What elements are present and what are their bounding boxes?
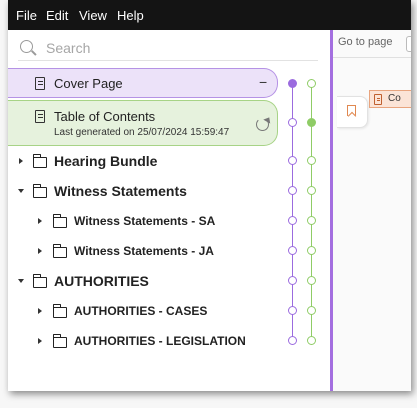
track-node bbox=[288, 156, 297, 165]
page-chip-label: Co bbox=[388, 93, 401, 104]
track-node bbox=[307, 156, 316, 165]
tree-item-label: Cover Page bbox=[54, 76, 123, 91]
tree-item-label: Table of Contents bbox=[54, 109, 156, 124]
caret-down-icon[interactable] bbox=[18, 189, 24, 193]
go-to-page-input[interactable] bbox=[406, 36, 411, 52]
folder-icon bbox=[52, 214, 67, 228]
tree-item-authorities[interactable]: AUTHORITIES bbox=[8, 266, 288, 296]
tree-item-label: AUTHORITIES - LEGISLATION bbox=[74, 334, 246, 348]
tree-item-cover-page[interactable]: Cover Page − bbox=[8, 68, 278, 98]
app-window: File Edit View Help Cover Page − Table o… bbox=[8, 0, 411, 391]
bookmark-tab[interactable] bbox=[337, 96, 368, 128]
tree-item-label: AUTHORITIES - CASES bbox=[74, 304, 208, 318]
folder-icon bbox=[52, 244, 67, 258]
folder-icon bbox=[32, 184, 47, 198]
tree-item-witness-statements-ja[interactable]: Witness Statements - JA bbox=[8, 236, 288, 266]
document-icon bbox=[35, 77, 45, 90]
caret-right-icon[interactable] bbox=[38, 338, 42, 344]
menu-edit[interactable]: Edit bbox=[46, 8, 68, 23]
folder-icon bbox=[52, 304, 67, 318]
document-icon bbox=[35, 110, 45, 123]
track-node bbox=[307, 118, 316, 127]
document-viewer-panel: Go to page Co bbox=[333, 30, 411, 391]
track-node bbox=[307, 186, 316, 195]
track-node bbox=[307, 276, 316, 285]
menu-file[interactable]: File bbox=[16, 8, 37, 23]
menu-help[interactable]: Help bbox=[117, 8, 144, 23]
toc-last-generated: Last generated on 25/07/2024 15:59:47 bbox=[54, 127, 230, 138]
track-node bbox=[307, 336, 316, 345]
menu-view[interactable]: View bbox=[79, 8, 107, 23]
track-node bbox=[288, 186, 297, 195]
search-bar bbox=[18, 38, 318, 61]
refresh-icon[interactable] bbox=[256, 118, 269, 131]
menu-bar: File Edit View Help bbox=[8, 0, 411, 30]
tree-item-label: Witness Statements bbox=[54, 183, 187, 199]
track-node bbox=[307, 216, 316, 225]
track-node bbox=[288, 216, 297, 225]
tree-item-witness-statements-sa[interactable]: Witness Statements - SA bbox=[8, 206, 288, 236]
folder-icon bbox=[32, 154, 47, 168]
viewer-toolbar-divider bbox=[333, 57, 411, 58]
tree-item-label: Witness Statements - JA bbox=[74, 244, 214, 258]
page-chip[interactable]: Co bbox=[369, 90, 411, 108]
document-icon bbox=[374, 94, 382, 105]
folder-icon bbox=[32, 274, 47, 288]
collapse-button[interactable]: − bbox=[259, 74, 267, 90]
bookmark-icon bbox=[347, 105, 356, 116]
track-node bbox=[288, 79, 297, 88]
track-node bbox=[288, 276, 297, 285]
track-node bbox=[307, 79, 316, 88]
bundle-tree-panel: Cover Page − Table of Contents Last gene… bbox=[8, 30, 331, 391]
tree-item-label: Witness Statements - SA bbox=[74, 214, 216, 228]
go-to-page-label: Go to page bbox=[338, 36, 393, 48]
caret-right-icon[interactable] bbox=[19, 158, 23, 164]
tree-item-label: Hearing Bundle bbox=[54, 153, 158, 169]
tree-item-authorities-cases[interactable]: AUTHORITIES - CASES bbox=[8, 296, 288, 326]
caret-right-icon[interactable] bbox=[38, 248, 42, 254]
tree-item-witness-statements[interactable]: Witness Statements bbox=[8, 176, 288, 206]
tree-item-hearing-bundle[interactable]: Hearing Bundle bbox=[8, 146, 288, 176]
track-node bbox=[288, 246, 297, 255]
track-node bbox=[288, 118, 297, 127]
track-node bbox=[307, 306, 316, 315]
caret-down-icon[interactable] bbox=[18, 279, 24, 283]
track-node bbox=[288, 306, 297, 315]
track-node bbox=[307, 246, 316, 255]
caret-right-icon[interactable] bbox=[38, 218, 42, 224]
folder-icon bbox=[52, 334, 67, 348]
tree-item-label: AUTHORITIES bbox=[54, 273, 149, 289]
tree-item-table-of-contents[interactable]: Table of Contents Last generated on 25/0… bbox=[8, 100, 278, 146]
tree-item-authorities-legislation[interactable]: AUTHORITIES - LEGISLATION bbox=[8, 326, 288, 356]
search-input[interactable] bbox=[46, 38, 296, 58]
search-icon bbox=[20, 40, 33, 53]
caret-right-icon[interactable] bbox=[38, 308, 42, 314]
track-node bbox=[288, 336, 297, 345]
